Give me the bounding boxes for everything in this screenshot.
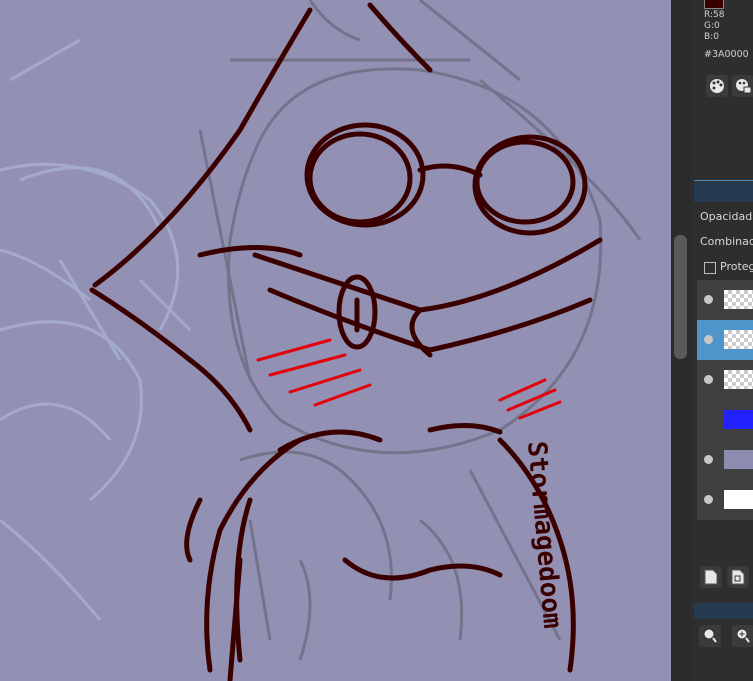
- vertical-scrollbar[interactable]: [671, 0, 690, 681]
- layer-thumbnail: [724, 490, 753, 509]
- layer-item[interactable]: [697, 280, 753, 321]
- navigator-header: [694, 603, 753, 619]
- protect-checkbox[interactable]: [704, 262, 716, 274]
- visibility-toggle-icon[interactable]: [704, 495, 713, 504]
- visibility-toggle-icon[interactable]: [704, 375, 713, 384]
- layer-thumbnail: [724, 330, 753, 349]
- drawing-canvas[interactable]: Stormagedoom: [0, 0, 671, 681]
- layer-thumbnail: [724, 370, 753, 389]
- zoom-in-icon: [736, 628, 750, 643]
- red-value: R:58: [704, 10, 725, 20]
- layer-thumbnail: [724, 290, 753, 309]
- palette-edit-icon: [736, 79, 751, 94]
- new-layer-button[interactable]: [700, 566, 722, 588]
- layer-thumbnail: [724, 450, 753, 469]
- opacity-label: Opacidad: [700, 210, 753, 223]
- layer-item-selected[interactable]: [697, 320, 753, 361]
- layer-item[interactable]: [697, 400, 753, 441]
- ink-lines: [89, 2, 603, 681]
- zoom-in-button[interactable]: [732, 625, 753, 647]
- copy-layer-icon: [731, 569, 745, 585]
- visibility-toggle-icon[interactable]: [704, 455, 713, 464]
- green-value: G:0: [704, 21, 720, 31]
- blend-mode-label[interactable]: Combinació: [700, 235, 753, 248]
- palette-button[interactable]: [706, 75, 728, 97]
- zoom-fit-button[interactable]: [699, 625, 721, 647]
- new-layer-icon: [704, 569, 718, 585]
- palette-edit-button[interactable]: [732, 75, 753, 97]
- artwork: Stormagedoom: [0, 0, 642, 681]
- layer-item[interactable]: [697, 480, 753, 521]
- visibility-toggle-icon[interactable]: [704, 295, 713, 304]
- visibility-toggle-icon[interactable]: [704, 335, 713, 344]
- blue-value: B:0: [704, 32, 719, 42]
- layer-list: [697, 280, 753, 521]
- blush-marks: [256, 338, 562, 420]
- current-color-swatch[interactable]: [704, 0, 724, 9]
- layer-thumbnail: [724, 410, 753, 429]
- construction-lines: [198, 0, 642, 661]
- protect-label: Proteg: [720, 260, 753, 273]
- layer-panel-header: [694, 182, 753, 202]
- side-panel: R:58 G:0 B:0 #3A0000 Opacidad Combinació…: [690, 0, 753, 681]
- palette-icon: [710, 79, 724, 93]
- zoom-fit-icon: [703, 628, 717, 643]
- hex-value: #3A0000: [704, 49, 749, 60]
- panel-divider: [694, 180, 753, 181]
- layer-item[interactable]: [697, 440, 753, 481]
- layer-item[interactable]: [697, 360, 753, 401]
- copy-layer-button[interactable]: [727, 566, 749, 588]
- scrollbar-thumb[interactable]: [674, 235, 687, 359]
- background-sketch: [0, 38, 192, 621]
